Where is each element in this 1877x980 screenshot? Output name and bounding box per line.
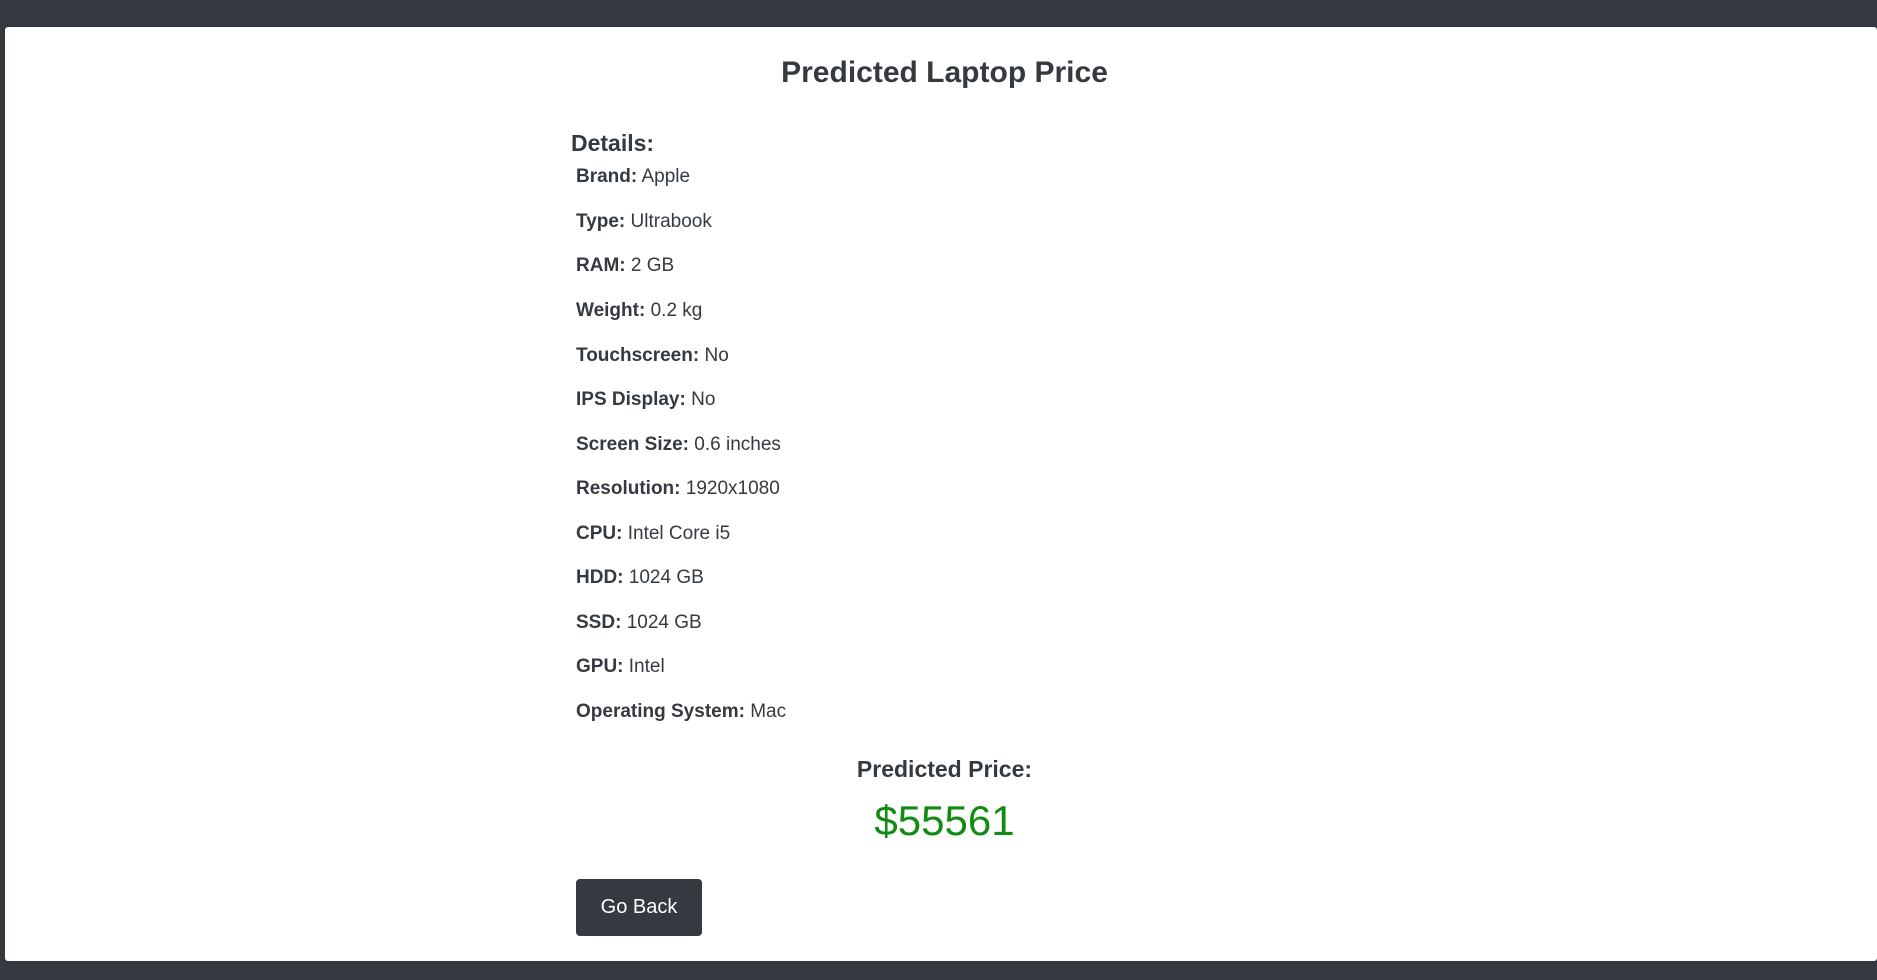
detail-label: Type: <box>576 211 626 232</box>
predicted-price-label: Predicted Price: <box>856 756 1033 782</box>
detail-operating-system: Operating System: Mac <box>576 700 786 724</box>
detail-type: Type: Ultrabook <box>576 210 712 234</box>
go-back-button[interactable]: Go Back <box>576 879 702 936</box>
detail-value: No <box>691 389 716 410</box>
detail-value: 2 GB <box>630 255 675 276</box>
detail-ram: RAM: 2 GB <box>576 254 674 278</box>
detail-ips-display: IPS Display: No <box>576 388 715 412</box>
detail-cpu: CPU: Intel Core i5 <box>576 522 730 546</box>
detail-label: Screen Size: <box>576 434 689 455</box>
detail-value: Intel <box>628 656 665 677</box>
detail-label: Resolution: <box>576 478 681 499</box>
detail-ssd: SSD: 1024 GB <box>576 611 702 635</box>
detail-label: Weight: <box>576 300 646 321</box>
detail-value: 1024 GB <box>628 567 704 588</box>
detail-touchscreen: Touchscreen: No <box>576 344 729 368</box>
detail-value: 1920x1080 <box>685 478 780 499</box>
detail-value: Ultrabook <box>630 211 712 232</box>
detail-brand: Brand: Apple <box>576 165 690 189</box>
detail-value: Mac <box>750 701 787 722</box>
detail-value: 0.2 kg <box>650 300 703 321</box>
detail-label: Operating System: <box>576 701 745 722</box>
detail-resolution: Resolution: 1920x1080 <box>576 477 780 501</box>
detail-label: IPS Display: <box>576 389 686 410</box>
detail-label: Touchscreen: <box>576 345 700 366</box>
detail-label: Brand: <box>576 166 638 187</box>
detail-value: Intel Core i5 <box>627 523 731 544</box>
detail-label: SSD: <box>576 612 622 633</box>
detail-value: 1024 GB <box>626 612 702 633</box>
detail-label: HDD: <box>576 567 624 588</box>
detail-value: 0.6 inches <box>694 434 781 455</box>
detail-value: No <box>704 345 729 366</box>
details-heading: Details: <box>571 130 655 156</box>
detail-hdd: HDD: 1024 GB <box>576 566 704 590</box>
detail-label: RAM: <box>576 255 626 276</box>
predicted-price-value: $55561 <box>874 797 1015 844</box>
detail-gpu: GPU: Intel <box>576 655 665 679</box>
detail-screen-size: Screen Size: 0.6 inches <box>576 433 781 457</box>
page-title: Predicted Laptop Price <box>781 56 1108 89</box>
detail-weight: Weight: 0.2 kg <box>576 299 702 323</box>
detail-label: GPU: <box>576 656 624 677</box>
detail-value: Apple <box>641 166 691 187</box>
detail-label: CPU: <box>576 523 623 544</box>
